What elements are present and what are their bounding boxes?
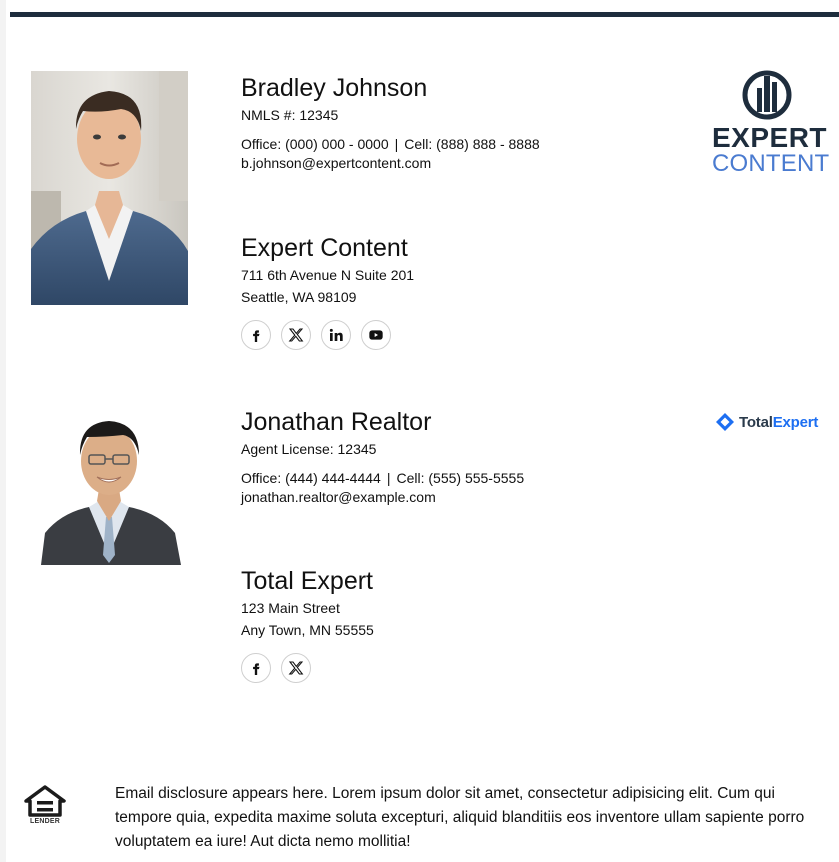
company-name: Expert Content <box>241 234 408 262</box>
office-phone[interactable]: Office: (444) 444-4444 <box>241 470 381 486</box>
x-icon[interactable] <box>281 653 311 683</box>
license-number: Agent License: 12345 <box>241 441 377 457</box>
email-link[interactable]: b.johnson@expertcontent.com <box>241 154 540 172</box>
social-links <box>241 320 414 350</box>
contact-phones: Office: (000) 000 - 0000 | Cell: (888) 888… <box>241 134 540 154</box>
license-number: NMLS #: 12345 <box>241 107 339 123</box>
contact-name: Jonathan Realtor <box>241 408 432 436</box>
logo-wordmark: TotalExpert <box>739 414 818 431</box>
facebook-icon[interactable] <box>241 653 271 683</box>
cell-phone[interactable]: Cell: (888) 888 - 8888 <box>404 136 539 152</box>
phone-separator: | <box>394 136 399 152</box>
contact-card-1: Bradley Johnson NMLS #: 12345 Office: (0… <box>241 73 540 172</box>
equal-housing-lender-icon: LENDER <box>22 783 68 829</box>
email-disclosure: Email disclosure appears here. Lorem ips… <box>115 785 805 850</box>
office-phone[interactable]: Office: (000) 000 - 0000 <box>241 136 389 152</box>
headshot-bradley-johnson <box>31 71 188 305</box>
cell-phone[interactable]: Cell: (555) 555-5555 <box>396 470 524 486</box>
headshot-jonathan-realtor <box>31 405 188 565</box>
total-expert-logo: TotalExpert <box>715 410 818 434</box>
address-line-2: Seattle, WA 98109 <box>241 289 357 305</box>
social-links <box>241 653 374 683</box>
linkedin-icon[interactable] <box>321 320 351 350</box>
youtube-icon[interactable] <box>361 320 391 350</box>
building-logo-icon <box>742 70 792 120</box>
logo-word-expert: Expert <box>772 413 819 431</box>
logo-word-total: Total <box>739 413 773 431</box>
facebook-icon[interactable] <box>241 320 271 350</box>
phone-separator: | <box>386 470 391 486</box>
x-icon[interactable] <box>281 320 311 350</box>
contact-name: Bradley Johnson <box>241 74 428 102</box>
diamond-logo-icon <box>716 413 734 431</box>
address-line-1: 711 6th Avenue N Suite 201 <box>241 267 415 283</box>
address-line-2: Any Town, MN 55555 <box>241 622 374 638</box>
logo-wordmark-expert: EXPERT <box>712 122 828 153</box>
equal-housing-lender-text: LENDER <box>30 818 60 825</box>
expert-content-logo: EXPERT CONTENT <box>706 68 832 184</box>
left-edge <box>0 0 6 862</box>
email-link[interactable]: jonathan.realtor@example.com <box>241 488 524 506</box>
company-name: Total Expert <box>241 567 374 595</box>
address-line-1: 123 Main Street <box>241 600 340 616</box>
contact-card-2: Jonathan Realtor Agent License: 12345 Of… <box>241 407 524 506</box>
top-rule <box>10 12 839 17</box>
company-block-2: Total Expert 123 Main Street Any Town, M… <box>241 566 374 683</box>
company-block-1: Expert Content 711 6th Avenue N Suite 20… <box>241 233 414 350</box>
logo-wordmark-content: CONTENT <box>712 150 830 177</box>
contact-phones: Office: (444) 444-4444 | Cell: (555) 555-5… <box>241 468 524 488</box>
